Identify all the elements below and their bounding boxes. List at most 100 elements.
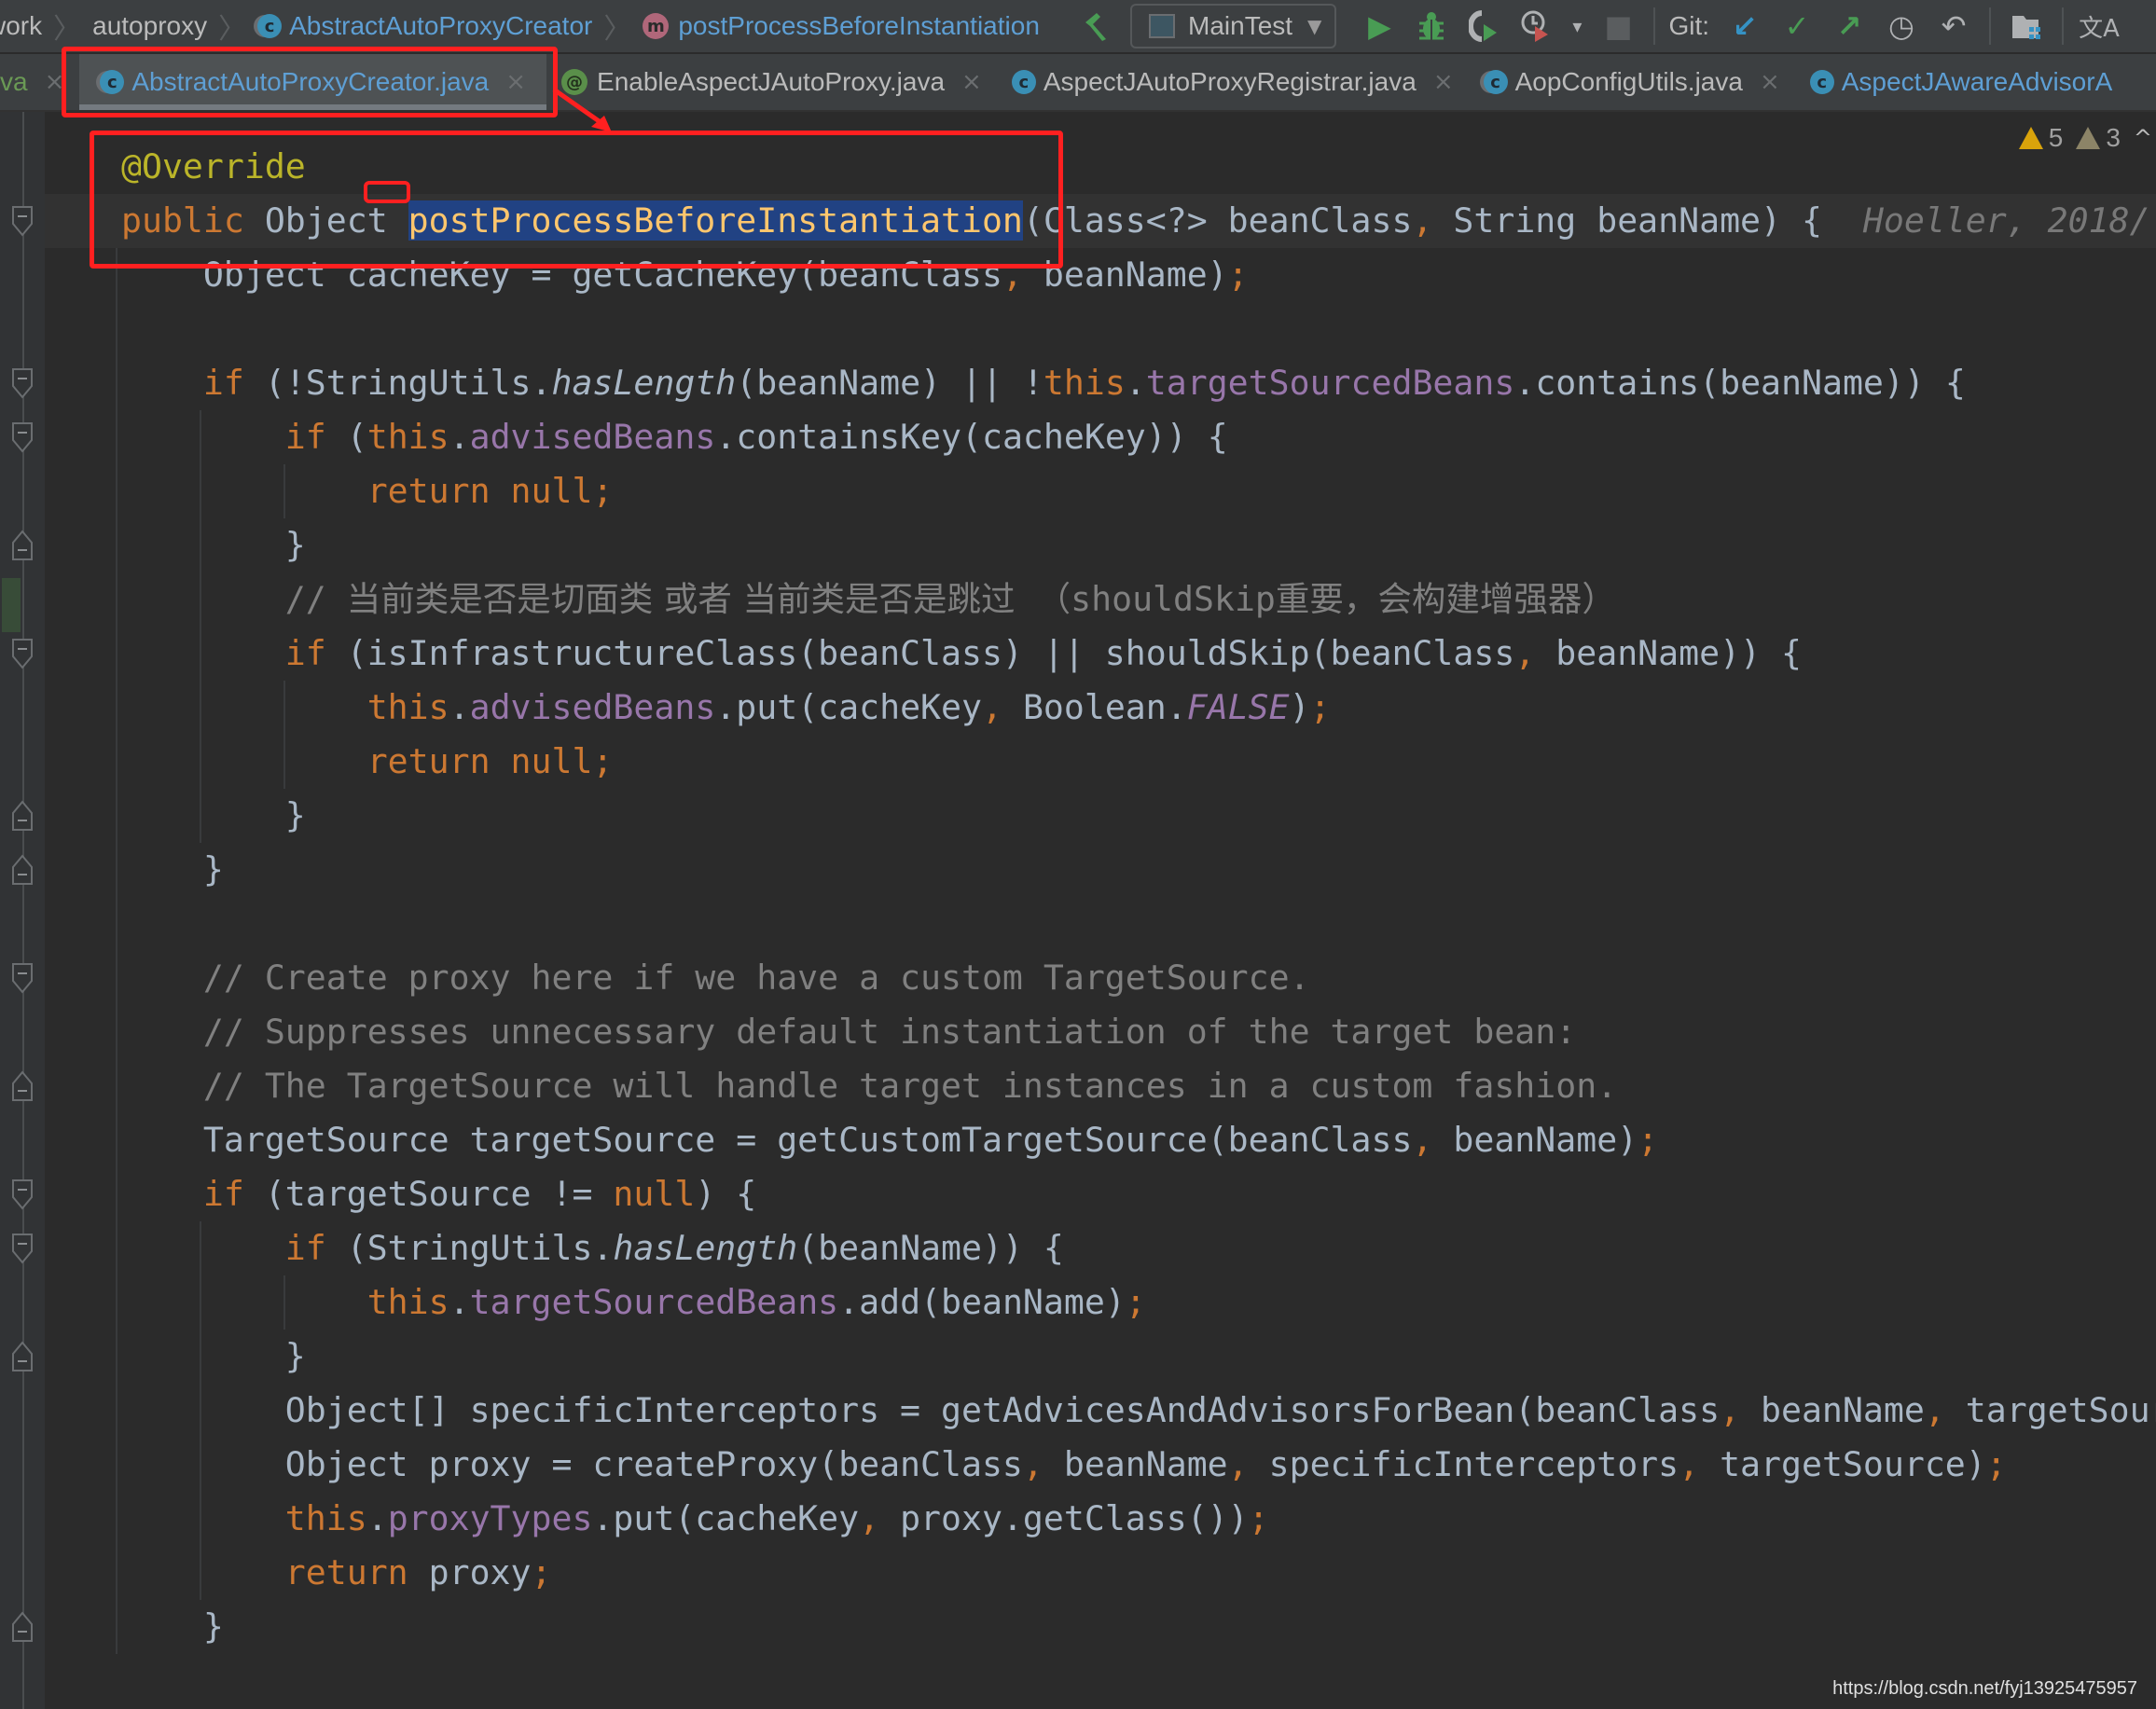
inspection-widget[interactable]: 5 3 ^ (2018, 123, 2156, 153)
code-line[interactable]: if (targetSource != null) { (121, 1167, 756, 1221)
tab-aspectj-auto-proxy-registrar[interactable]: c AspectJAutoProxyRegistrar.java × (997, 54, 1469, 110)
breadcrumb-item-method[interactable]: m postProcessBeforeInstantiation (643, 11, 1040, 41)
editor-tabs: va × c AbstractAutoProxyCreator.java × @… (0, 54, 2156, 112)
stop-icon[interactable]: ■ (1597, 6, 1638, 47)
tab-partial-java-file[interactable]: va × (0, 54, 79, 110)
code-line[interactable]: this.advisedBeans.put(cacheKey, Boolean.… (121, 681, 1331, 735)
code-token: Object cacheKey = getCacheKey(beanClass (121, 255, 1002, 295)
code-line[interactable]: this.proxyTypes.put(cacheKey, proxy.getC… (121, 1492, 1269, 1546)
code-line[interactable]: if (!StringUtils.hasLength(beanName) || … (121, 356, 1966, 410)
breadcrumb-item-package-framework[interactable]: work (0, 11, 42, 41)
fold-end-icon[interactable] (11, 1070, 34, 1102)
fold-end-icon[interactable] (11, 854, 34, 886)
code-line[interactable]: Object cacheKey = getCacheKey(beanClass,… (121, 248, 1249, 302)
code-line[interactable]: @Override (121, 140, 306, 194)
close-icon[interactable]: × (961, 68, 982, 96)
project-structure-icon[interactable] (2006, 6, 2047, 47)
code-token: 当前类是否是切面类 或者 当前类是否是跳过 （ (346, 579, 1071, 619)
git-commit-icon[interactable]: ✓ (1776, 6, 1817, 47)
code-token: targetSourcedBeans (469, 1282, 839, 1322)
git-blame-annotation[interactable]: Hoeller, 2018/ (1822, 200, 2150, 241)
code-line[interactable]: return proxy; (121, 1546, 552, 1600)
code-token: targetSourcedBeans (1145, 363, 1515, 403)
breadcrumb-item-class[interactable]: c AbstractAutoProxyCreator (257, 11, 592, 41)
git-history-icon[interactable]: ◷ (1881, 6, 1922, 47)
weak-warnings-count[interactable]: 3 (2076, 123, 2121, 153)
code-line[interactable]: Object[] specificInterceptors = getAdvic… (121, 1384, 2156, 1438)
tab-abstract-auto-proxy-creator[interactable]: c AbstractAutoProxyCreator.java × (79, 54, 547, 110)
close-icon[interactable]: × (1433, 68, 1454, 96)
code-line[interactable]: // The TargetSource will handle target i… (121, 1059, 1617, 1113)
fold-start-icon[interactable] (11, 205, 34, 237)
git-update-icon[interactable]: ↙ (1724, 6, 1765, 47)
run-with-coverage-icon[interactable] (1463, 6, 1504, 47)
git-push-icon[interactable]: ↗ (1829, 6, 1870, 47)
previous-highlight-icon[interactable]: ^ (2134, 125, 2152, 151)
code-token: // The TargetSource will handle target i… (121, 1066, 1618, 1106)
code-line[interactable]: return null; (121, 464, 614, 518)
code-token: ; (531, 1552, 552, 1592)
fold-start-icon[interactable] (11, 421, 34, 453)
code-line[interactable]: } (121, 1600, 224, 1654)
warnings-count-label: 5 (2048, 123, 2064, 152)
code-line[interactable]: // Create proxy here if we have a custom… (121, 951, 1310, 1005)
code-token: .put(cacheKey (592, 1498, 860, 1538)
code-line[interactable]: if (isInfrastructureClass(beanClass) || … (121, 627, 1802, 681)
close-icon[interactable]: × (45, 68, 65, 96)
code-token: , (1412, 200, 1454, 241)
build-hammer-icon[interactable] (1076, 6, 1117, 47)
weak-warning-icon (2076, 127, 2101, 149)
weak-warnings-count-label: 3 (2106, 123, 2121, 152)
code-line[interactable]: public Object postProcessBeforeInstantia… (121, 194, 2150, 248)
code-token: beanName (1063, 1444, 1228, 1484)
warnings-count[interactable]: 5 (2018, 123, 2064, 153)
code-token: Object[] specificInterceptors = getAdvic… (121, 1390, 1721, 1430)
code-line[interactable]: if (this.advisedBeans.containsKey(cacheK… (121, 410, 1228, 464)
code-line[interactable]: Object proxy = createProxy(beanClass, be… (121, 1438, 2007, 1492)
close-icon[interactable]: × (505, 68, 526, 96)
fold-start-icon[interactable] (11, 367, 34, 399)
code-line[interactable]: } (121, 789, 306, 843)
profile-icon[interactable] (1515, 6, 1556, 47)
fold-start-icon[interactable] (11, 638, 34, 669)
code-token: , (1514, 633, 1556, 673)
code-line[interactable]: TargetSource targetSource = getCustomTar… (121, 1113, 1658, 1167)
fold-start-icon[interactable] (11, 962, 34, 994)
run-icon[interactable]: ▶ (1359, 6, 1400, 47)
code-token: // Suppresses unnecessary default instan… (121, 1012, 1577, 1052)
code-line[interactable]: } (121, 1330, 306, 1384)
tab-aop-config-utils[interactable]: c AopConfigUtils.java × (1469, 54, 1795, 110)
tab-aspectj-aware-advisor[interactable]: c AspectJAwareAdvisorA (1795, 54, 2128, 110)
code-token: ) (1289, 687, 1310, 727)
code-line[interactable]: this.targetSourcedBeans.add(beanName); (121, 1275, 1146, 1330)
code-token: hasLength (551, 363, 737, 403)
code-line[interactable]: return null; (121, 735, 614, 789)
fold-end-icon[interactable] (11, 800, 34, 832)
code-line[interactable]: // Suppresses unnecessary default instan… (121, 1005, 1576, 1059)
code-token: (beanName)) { (797, 1228, 1064, 1268)
debug-bug-icon[interactable] (1411, 6, 1452, 47)
fold-start-icon[interactable] (11, 1233, 34, 1264)
code-line[interactable]: if (StringUtils.hasLength(beanName)) { (121, 1221, 1064, 1275)
code-editor[interactable]: @Override public Object postProcessBefore… (0, 112, 2156, 1709)
breadcrumb-item-package-autoproxy[interactable]: autoproxy (92, 11, 207, 41)
close-icon[interactable]: × (1760, 68, 1780, 96)
code-line[interactable]: } (121, 518, 306, 572)
code-line[interactable]: } (121, 843, 224, 897)
fold-end-icon[interactable] (11, 530, 34, 561)
git-rollback-icon[interactable]: ↶ (1933, 6, 1974, 47)
warning-icon (2018, 127, 2043, 149)
fold-start-icon[interactable] (11, 1178, 34, 1210)
code-token: Object (264, 200, 408, 241)
code-line[interactable]: // 当前类是否是切面类 或者 当前类是否是跳过 （shouldSkip重要，会… (121, 572, 1616, 627)
fold-end-icon[interactable] (11, 1341, 34, 1372)
profile-dropdown-icon[interactable]: ▾ (1568, 6, 1586, 47)
vcs-change-marker[interactable] (2, 578, 21, 632)
tab-label: AspectJAwareAdvisorA (1841, 67, 2113, 96)
fold-end-icon[interactable] (11, 1611, 34, 1643)
tab-enable-aspectj-auto-proxy[interactable]: @ EnableAspectJAutoProxy.java × (546, 54, 997, 110)
translate-icon[interactable]: 文A (2079, 6, 2120, 47)
gutter-line (22, 112, 24, 1709)
run-configuration-select[interactable]: MainTest ▼ (1130, 4, 1337, 48)
code-token: } (121, 525, 306, 565)
